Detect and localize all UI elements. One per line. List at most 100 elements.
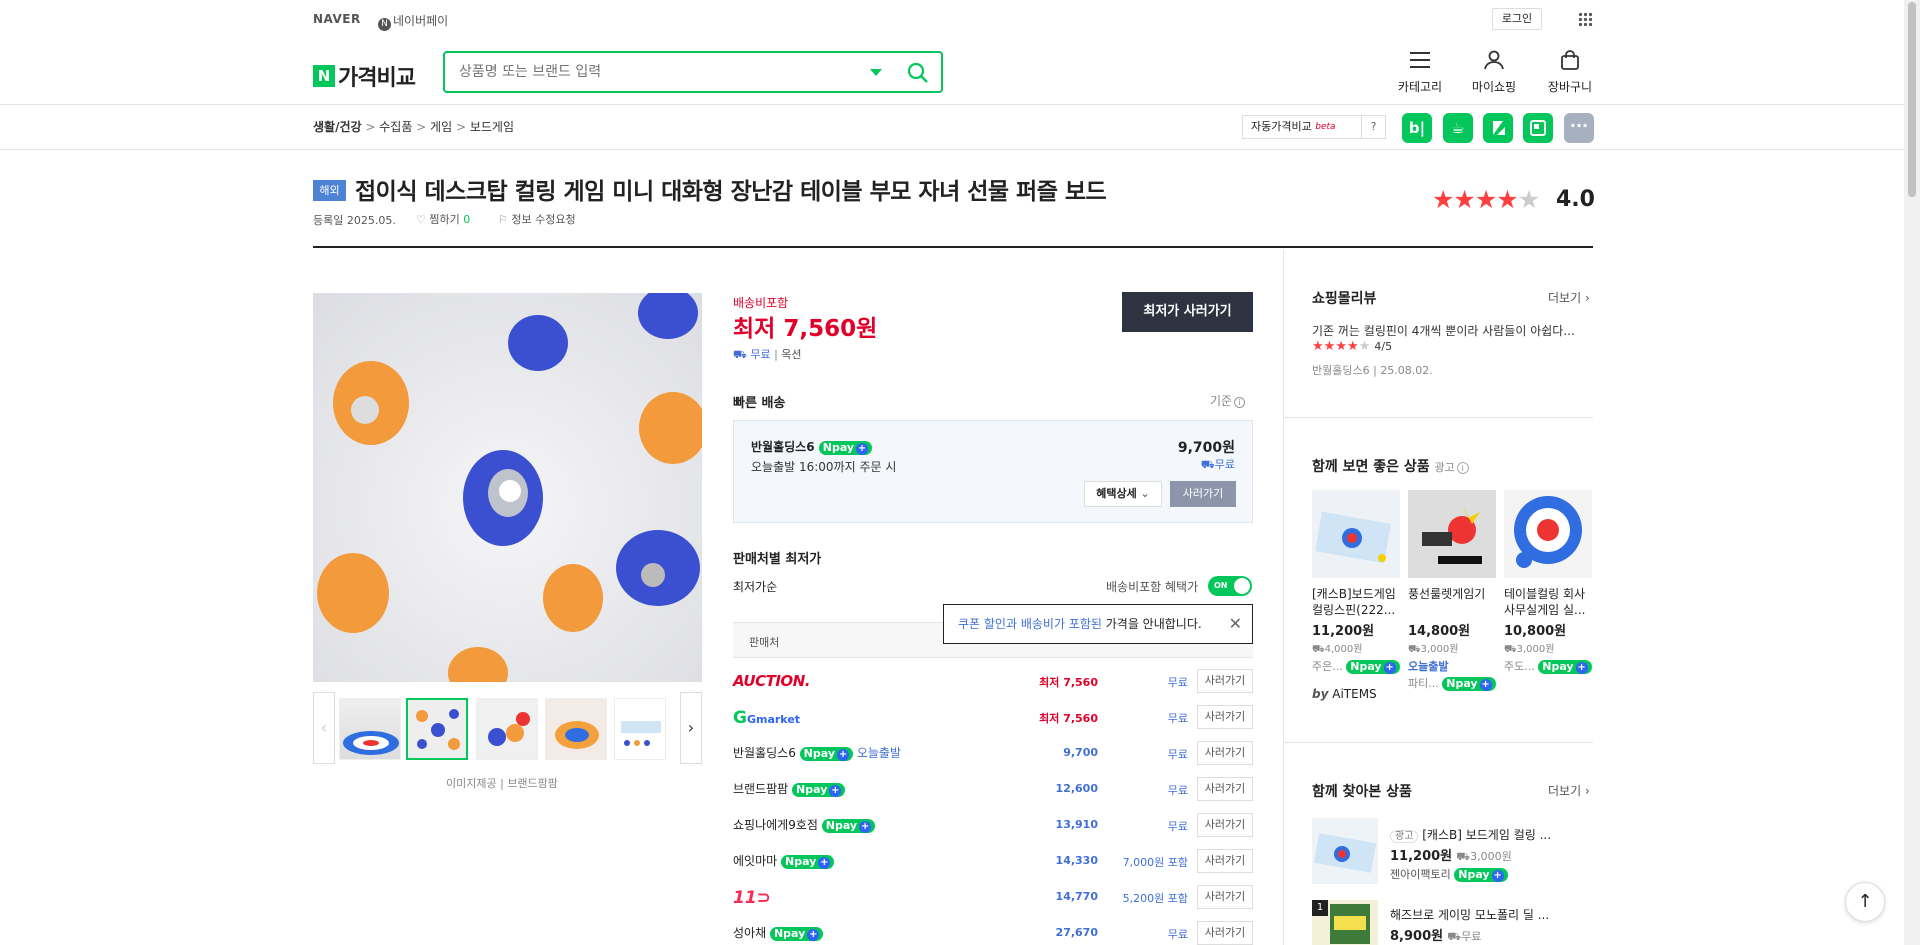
recommend-item[interactable]: 풍선룰렛게임기 14,800원 ⛟3,000원 오늘출발 파티... Npay + <box>1408 490 1496 691</box>
sort-lowest[interactable]: 최저가순 <box>733 578 777 595</box>
fast-delivery-basis[interactable]: 기준 i <box>1210 392 1246 409</box>
image-credit-brand: 브랜드팜팜 <box>507 777 558 790</box>
seller-buy-button[interactable]: 사러가기 <box>1197 741 1253 765</box>
seller-row[interactable]: 11⊃ 14,770 5,200원 포함 사러가기 <box>733 880 1253 916</box>
benefit-detail-button[interactable]: 혜택상세 ⌄ <box>1084 481 1162 507</box>
seller-buy-button[interactable]: 사러가기 <box>1197 813 1253 837</box>
recommend-item-image[interactable] <box>1504 490 1592 578</box>
lowest-price-value: 7,560원 <box>783 316 878 342</box>
logo[interactable]: N 가격비교 <box>313 60 416 92</box>
seller-buy-button[interactable]: 사러가기 <box>1197 921 1253 945</box>
together-more-link[interactable]: 더보기 › <box>1548 782 1590 799</box>
seller-row[interactable]: 브랜드팜팜 Npay + 12,600 무료 사러가기 <box>733 772 1253 808</box>
review-text[interactable]: 기존 꺼는 컬링핀이 4개씩 뿐이라 사람들이 아쉽다... <box>1312 322 1575 339</box>
scroll-top-button[interactable]: ↑ <box>1845 882 1885 922</box>
together-item-image[interactable] <box>1312 818 1378 884</box>
image-credit-label: 이미지제공 <box>446 777 497 790</box>
seller-buy-button[interactable]: 사러가기 <box>1197 885 1253 909</box>
seller-row[interactable]: AUCTION. 최저 7,560 무료 사러가기 <box>733 664 1253 700</box>
lowest-mall: 옥션 <box>781 348 802 361</box>
band-share-icon[interactable] <box>1483 113 1513 143</box>
recommend-item-image[interactable] <box>1408 490 1496 578</box>
seller-cell[interactable]: 반월홀딩스6 Npay + 오늘출발 <box>733 744 901 761</box>
naver-link[interactable]: NAVER <box>313 12 361 26</box>
seller-price: 9,700 <box>1063 746 1098 759</box>
review-author: 반월홀딩스6 <box>1312 364 1370 377</box>
scrollbar-thumb[interactable] <box>1908 2 1916 197</box>
gallery-thumbnail[interactable] <box>339 698 401 760</box>
categories-button[interactable]: 카테고리 <box>1392 50 1448 95</box>
gallery-prev-button[interactable]: ‹ <box>313 692 335 764</box>
search-input[interactable] <box>459 61 849 83</box>
seller-buy-button[interactable]: 사러가기 <box>1197 777 1253 801</box>
info-icon[interactable]: i <box>1456 462 1469 474</box>
blog-share-icon[interactable]: b| <box>1402 113 1432 143</box>
report-button[interactable]: ⚐ 정보 수정요청 <box>498 211 576 227</box>
close-icon[interactable]: ✕ <box>1229 605 1242 643</box>
search-icon[interactable] <box>906 61 930 85</box>
fast-ship-label: 무료 <box>1214 458 1235 471</box>
cart-button[interactable]: 장바구니 <box>1542 50 1598 95</box>
auto-compare-help-button[interactable]: ? <box>1362 115 1386 139</box>
login-button[interactable]: 로그인 <box>1492 8 1542 30</box>
gallery-thumbnail[interactable] <box>476 698 538 760</box>
free-shipping-label: 무료 <box>750 348 771 361</box>
breadcrumb-separator: > <box>361 120 380 134</box>
together-item-name[interactable]: 해즈브로 게이밍 모노폴리 딜 ... <box>1390 906 1549 923</box>
recommend-item[interactable]: [캐스B]보드게임 컬링스핀(222... 11,200원 ⛟4,000원 주은...… <box>1312 490 1400 674</box>
auto-compare-button[interactable]: 자동가격비교 beta <box>1242 115 1362 139</box>
star-icon: ★ <box>1312 339 1324 354</box>
recommend-item-image[interactable] <box>1312 490 1400 578</box>
together-item[interactable]: 광고 [캐스B] 보드게임 컬링 ... <box>1390 826 1551 843</box>
seller-cell[interactable]: 브랜드팜팜 Npay + <box>733 780 846 797</box>
aitems-label: by AiTEMS <box>1312 687 1377 701</box>
seller-row[interactable]: 성아채 Npay + 27,670 무료 사러가기 <box>733 916 1253 945</box>
gallery-next-button[interactable]: › <box>680 692 702 764</box>
memo-share-icon[interactable] <box>1523 113 1553 143</box>
shipping-toggle[interactable]: ON <box>1208 576 1252 596</box>
npay-badge: Npay + <box>818 440 873 455</box>
breadcrumb-item[interactable]: 게임 <box>430 120 452 134</box>
npay-badge: Npay + <box>1454 868 1508 882</box>
curling-stones-image <box>317 293 702 682</box>
seller-row[interactable]: 반월홀딩스6 Npay + 오늘출발 9,700 무료 사러가기 <box>733 736 1253 772</box>
apps-grid-icon[interactable] <box>1578 12 1593 27</box>
seller-cell[interactable]: 에잇마마 Npay + <box>733 852 835 869</box>
fast-buy-button[interactable]: 사러가기 <box>1170 481 1236 507</box>
gallery-thumbnail-selected[interactable] <box>406 698 468 760</box>
wish-button[interactable]: ♡ 찜하기 0 <box>416 211 470 227</box>
breadcrumb-item[interactable]: 수집품 <box>379 120 412 134</box>
seller-cell[interactable]: 쇼핑나에게9호점 Npay + <box>733 816 876 833</box>
naverpay-link[interactable]: N 네이버페이 <box>378 12 448 31</box>
cafe-share-icon[interactable]: ☕ <box>1443 113 1473 143</box>
seller-buy-button[interactable]: 사러가기 <box>1197 849 1253 873</box>
product-main-image[interactable] <box>313 293 702 682</box>
more-share-icon[interactable]: ··· <box>1564 113 1594 143</box>
seller-cell[interactable]: 성아채 Npay + <box>733 924 824 941</box>
seller-row[interactable]: GGmarket 최저 7,560 무료 사러가기 <box>733 700 1253 736</box>
star-icon: ★ <box>1453 185 1475 214</box>
lowest-meta: ⛟ 무료 | 옥션 <box>733 346 802 363</box>
seller-row[interactable]: 쇼핑나에게9호점 Npay + 13,910 무료 사러가기 <box>733 808 1253 844</box>
seller-cell[interactable]: 11⊃ <box>733 888 771 908</box>
auto-compare-label: 자동가격비교 <box>1251 120 1312 133</box>
chevron-down-icon[interactable] <box>870 69 882 76</box>
myshopping-button[interactable]: 마이쇼핑 <box>1466 50 1522 95</box>
seller-buy-button[interactable]: 사러가기 <box>1197 705 1253 729</box>
breadcrumb-item[interactable]: 생활/건강 <box>313 120 362 134</box>
breadcrumb-item[interactable]: 보드게임 <box>470 120 514 134</box>
seller-buy-button[interactable]: 사러가기 <box>1197 669 1253 693</box>
scrollbar[interactable] <box>1904 0 1920 945</box>
seller-cell[interactable]: GGmarket <box>733 708 800 728</box>
buy-lowest-button[interactable]: 최저가 사러가기 <box>1122 292 1253 332</box>
seller-cell[interactable]: AUCTION. <box>733 672 810 690</box>
seller-col-header: 판매처 <box>749 636 780 649</box>
recommend-item[interactable]: 테이블컬링 회사 사무실게임 실... 10,800원 ⛟3,000원 주도... N… <box>1504 490 1592 674</box>
gallery-thumbnail[interactable] <box>545 698 607 760</box>
together-item-seller: 젠아이팩토리 <box>1390 868 1451 881</box>
review-more-link[interactable]: 더보기 › <box>1548 289 1590 306</box>
together-item-ship: 무료 <box>1461 930 1482 943</box>
gallery-thumbnail[interactable] <box>614 698 666 760</box>
seller-row[interactable]: 에잇마마 Npay + 14,330 7,000원 포함 사러가기 <box>733 844 1253 880</box>
together-item-image[interactable]: 1 <box>1312 900 1378 945</box>
